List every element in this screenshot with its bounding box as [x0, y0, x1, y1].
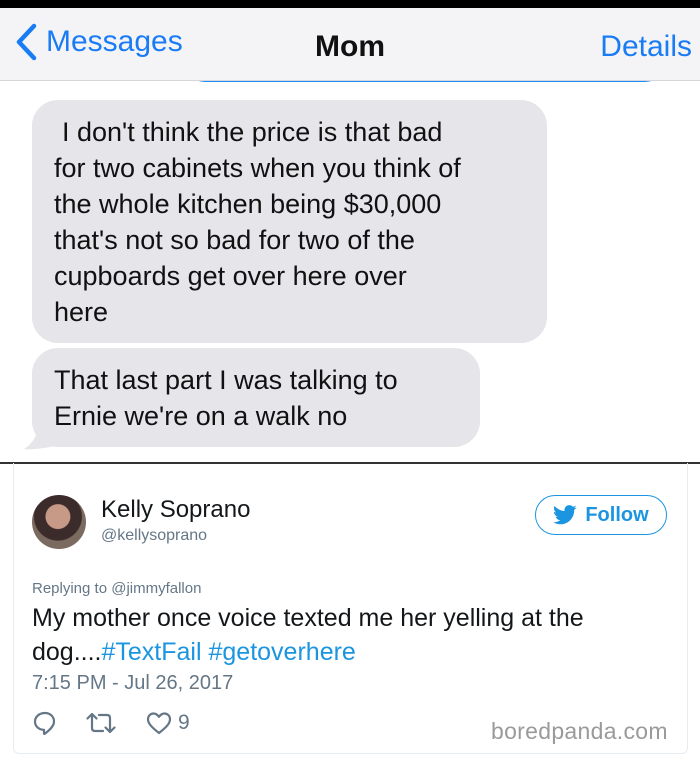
tweet-text-line: My mother once voice texted me her yelli… [32, 604, 584, 632]
tweet-timestamp[interactable]: 7:15 PM - Jul 26, 2017 [32, 672, 233, 695]
author-handle[interactable]: @kellysoprano [101, 527, 207, 545]
watermark: boredpanda.com [491, 718, 668, 744]
tweet-text: My mother once voice texted me her yelli… [32, 601, 672, 669]
message-line: Ernie we're on a walk no [54, 401, 348, 431]
received-message-bubble: That last part I was talking to Ernie we… [32, 348, 480, 447]
message-line: That last part I was talking to [54, 365, 398, 395]
message-line: I don't think the price is that bad [62, 117, 443, 147]
message-line: that's not so bad for two of the [54, 225, 415, 255]
tweet-actions: 9 [32, 709, 190, 737]
avatar[interactable] [32, 495, 86, 549]
message-line: here [54, 297, 109, 327]
hashtag-link[interactable]: #getoverhere [209, 638, 356, 666]
details-button[interactable]: Details [600, 30, 692, 64]
status-bar-edge [0, 0, 700, 8]
reply-button[interactable] [32, 710, 58, 736]
retweet-icon [86, 712, 116, 734]
like-button[interactable]: 9 [146, 711, 190, 735]
hashtag-link[interactable]: #TextFail [102, 638, 202, 666]
twitter-bird-icon [553, 505, 577, 525]
received-message-bubble: I don't think the price is that bad for … [32, 100, 547, 343]
tweet-text-line: dog....#TextFail #getoverhere [32, 635, 672, 669]
bubble-tail [24, 428, 56, 450]
follow-button[interactable]: Follow [535, 495, 667, 535]
message-line: the whole kitchen being $30,000 [54, 189, 442, 219]
message-line: cupboards get over here over [54, 261, 407, 291]
retweet-button[interactable] [86, 711, 116, 735]
like-count: 9 [178, 711, 190, 734]
like-icon [146, 712, 172, 735]
follow-label: Follow [585, 503, 649, 526]
tweet-text-segment: dog.... [32, 638, 102, 666]
author-name[interactable]: Kelly Soprano [101, 496, 250, 524]
replying-to[interactable]: Replying to @jimmyfallon [32, 580, 201, 597]
messages-nav-bar: Messages Mom Details [0, 8, 700, 81]
conversation-title: Mom [315, 30, 385, 63]
tweet-card: Kelly Soprano @kellysoprano Follow Reply… [0, 463, 700, 766]
imessage-screenshot: Messages Mom Details I don't think the p… [0, 0, 700, 465]
message-line: for two cabinets when you think of [54, 153, 461, 183]
reply-icon [33, 711, 56, 736]
